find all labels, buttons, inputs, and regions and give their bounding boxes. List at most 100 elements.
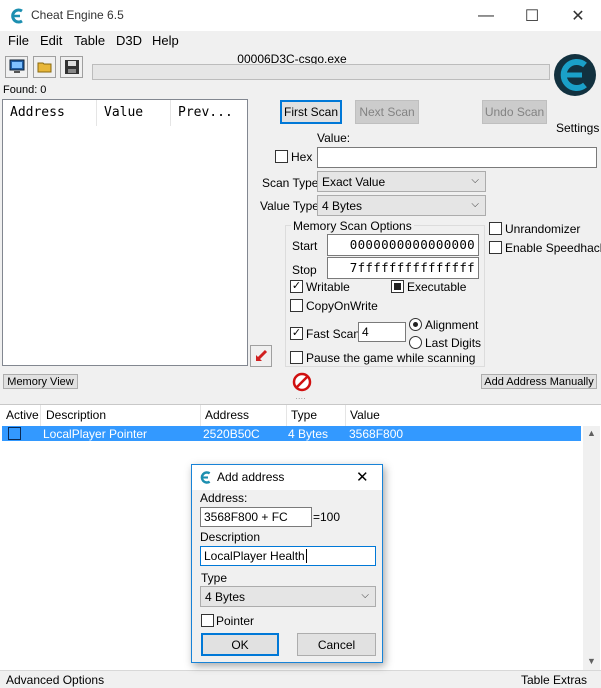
executable-checkbox[interactable] [391, 280, 404, 293]
add-to-table-button[interactable] [250, 345, 272, 367]
dialog-title-bar: Add address ✕ [192, 465, 382, 490]
dialog-pointer-checkbox[interactable] [201, 614, 214, 627]
save-icon [64, 60, 79, 74]
column-previous[interactable]: Prev... [171, 100, 247, 126]
fast-scan-input[interactable]: 4 [358, 322, 406, 342]
value-type-value: 4 Bytes [322, 199, 363, 213]
arrow-down-left-icon [256, 349, 268, 361]
first-scan-button[interactable]: First Scan [280, 100, 342, 124]
hex-label: Hex [291, 150, 313, 164]
status-bar: Advanced Options Table Extras [0, 670, 601, 688]
window-title: Cheat Engine 6.5 [31, 8, 124, 22]
cheat-engine-app-icon [11, 8, 23, 24]
add-address-manually-button[interactable]: Add Address Manually [481, 374, 597, 389]
active-checkbox[interactable] [8, 427, 21, 440]
advanced-options-link[interactable]: Advanced Options [6, 673, 104, 687]
menu-d3d[interactable]: D3D [116, 33, 142, 48]
dialog-type-select[interactable]: 4 Bytes ⌵ [200, 586, 376, 607]
memory-scan-options-title: Memory Scan Options [291, 219, 414, 233]
dialog-description-input[interactable]: LocalPlayer Health [200, 546, 376, 566]
save-table-button[interactable] [60, 56, 83, 78]
cheat-engine-app-icon [200, 471, 211, 484]
splitter[interactable]: ···· [0, 395, 601, 403]
copyonwrite-checkbox[interactable] [290, 299, 303, 312]
chevron-down-icon: ⌵ [471, 199, 479, 210]
dialog-type-value: 4 Bytes [205, 590, 246, 604]
dialog-address-result: =100 [313, 510, 341, 524]
menu-edit[interactable]: Edit [40, 33, 62, 48]
copyonwrite-label: CopyOnWrite [306, 299, 378, 313]
header-separator [200, 405, 201, 427]
dialog-cancel-button[interactable]: Cancel [297, 633, 376, 656]
stop-address-input[interactable]: 7fffffffffffffff [327, 257, 479, 279]
header-description[interactable]: Description [46, 408, 106, 422]
header-type[interactable]: Type [291, 408, 317, 422]
stop-icon[interactable] [292, 372, 312, 392]
header-address[interactable]: Address [205, 408, 249, 422]
dialog-pointer-label: Pointer [216, 614, 255, 628]
scan-type-select[interactable]: Exact Value ⌵ [317, 171, 486, 192]
next-scan-button[interactable]: Next Scan [355, 100, 419, 124]
stop-label: Stop [292, 263, 317, 277]
speedhack-label: Enable Speedhack [505, 241, 601, 255]
menu-bar: File Edit Table D3D Help [0, 31, 601, 51]
speedhack-checkbox[interactable] [489, 241, 502, 254]
scroll-up-icon[interactable]: ▲ [587, 428, 596, 438]
open-process-button[interactable] [5, 56, 28, 78]
fast-scan-checkbox[interactable]: ✓ [290, 327, 303, 340]
cheat-engine-logo-icon[interactable] [552, 52, 598, 98]
dialog-address-label: Address: [200, 491, 248, 505]
column-value[interactable]: Value [97, 100, 171, 126]
undo-scan-button[interactable]: Undo Scan [482, 100, 547, 124]
scroll-down-icon[interactable]: ▼ [587, 656, 596, 666]
chevron-down-icon: ⌵ [471, 175, 479, 186]
last-digits-radio[interactable] [409, 336, 422, 349]
table-row[interactable]: LocalPlayer Pointer 2520B50C 4 Bytes 356… [2, 426, 581, 441]
row-value: 3568F800 [349, 427, 404, 441]
value-input[interactable] [317, 147, 597, 168]
executable-label: Executable [407, 280, 467, 294]
fast-scan-label: Fast Scan [306, 327, 361, 341]
menu-table[interactable]: Table [74, 33, 105, 48]
dialog-address-input[interactable]: 3568F800 + FC [200, 507, 312, 527]
chevron-down-icon: ⌵ [361, 590, 369, 601]
start-address-input[interactable]: 0000000000000000 [327, 234, 479, 256]
alignment-radio[interactable] [409, 318, 422, 331]
text-cursor [305, 549, 307, 563]
writable-label: Writable [306, 280, 350, 294]
folder-icon [37, 62, 51, 73]
header-separator [286, 405, 287, 427]
row-description: LocalPlayer Pointer [43, 427, 148, 441]
dialog-close-button[interactable]: ✕ [356, 468, 369, 486]
table-scrollbar[interactable]: ▲ ▼ [583, 426, 600, 670]
column-address[interactable]: Address [3, 100, 97, 126]
settings-link[interactable]: Settings [556, 121, 599, 135]
alignment-label: Alignment [425, 318, 479, 332]
scan-progress-bar [92, 64, 550, 80]
close-button[interactable]: ✕ [555, 0, 601, 31]
minimize-button[interactable]: — [463, 0, 509, 31]
dialog-ok-button[interactable]: OK [201, 633, 279, 656]
open-table-button[interactable] [33, 56, 56, 78]
writable-checkbox[interactable]: ✓ [290, 280, 303, 293]
pause-game-checkbox[interactable] [290, 351, 303, 364]
dialog-description-label: Description [200, 530, 261, 544]
value-type-label: Value Type [260, 199, 319, 213]
unrandomizer-checkbox[interactable] [489, 222, 502, 235]
hex-checkbox[interactable] [275, 150, 288, 163]
table-extras-link[interactable]: Table Extras [521, 673, 587, 687]
scan-results-list[interactable]: Address Value Prev... [2, 99, 248, 366]
header-active[interactable]: Active [6, 408, 39, 422]
dialog-type-label: Type [201, 571, 228, 585]
found-count: Found: 0 [3, 84, 47, 96]
memory-view-button[interactable]: Memory View [3, 374, 78, 389]
menu-file[interactable]: File [8, 33, 29, 48]
row-type: 4 Bytes [288, 427, 329, 441]
value-type-select[interactable]: 4 Bytes ⌵ [317, 195, 486, 216]
pause-game-label: Pause the game while scanning [306, 351, 476, 365]
header-value[interactable]: Value [350, 408, 380, 422]
header-separator [345, 405, 346, 427]
last-digits-label: Last Digits [425, 336, 482, 350]
maximize-button[interactable]: ☐ [509, 0, 555, 31]
menu-help[interactable]: Help [152, 33, 179, 48]
